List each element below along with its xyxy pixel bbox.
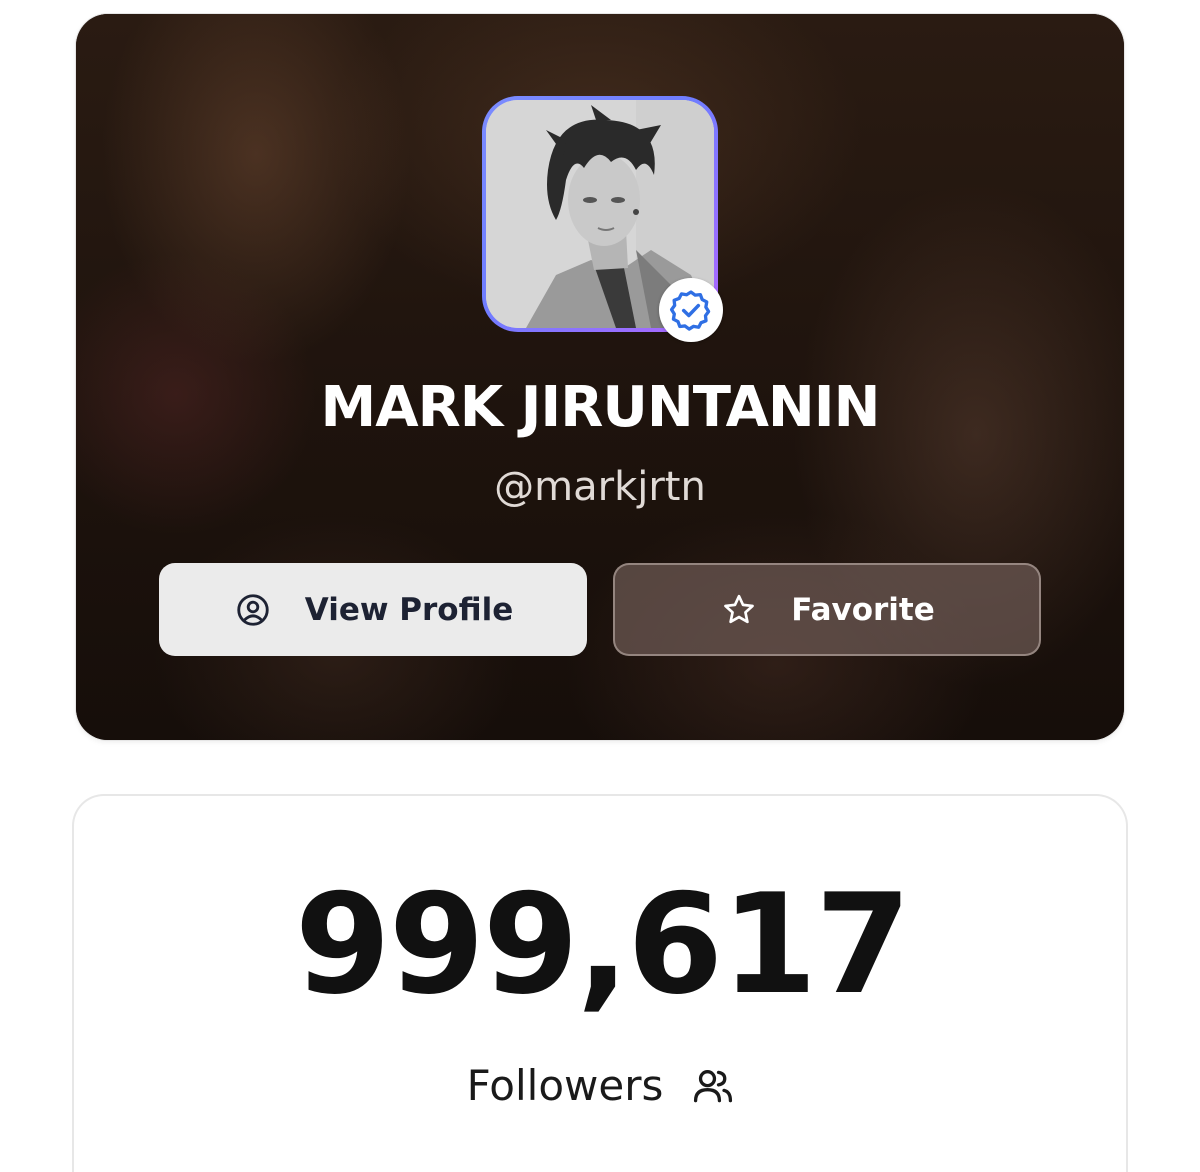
profile-card: MARK JIRUNTANIN @markjrtn View Profile F… [76,14,1124,740]
view-profile-label: View Profile [304,591,514,628]
followers-label: Followers [466,1061,664,1110]
star-icon [719,590,759,630]
followers-count: 999,617 [294,864,912,1025]
view-profile-button[interactable]: View Profile [159,563,587,656]
verified-badge-icon [669,290,711,331]
profile-name: MARK JIRUNTANIN [320,375,881,440]
followers-row: Followers [74,1058,1130,1114]
users-icon [691,1063,737,1109]
favorite-label: Favorite [791,591,935,628]
followers-card: 999,617 Followers [72,794,1128,1172]
profile-handle: @markjrtn [494,464,706,510]
page: MARK JIRUNTANIN @markjrtn View Profile F… [0,0,1200,1172]
user-circle-icon [233,590,273,630]
favorite-button[interactable]: Favorite [613,563,1041,656]
verified-badge [659,278,723,342]
